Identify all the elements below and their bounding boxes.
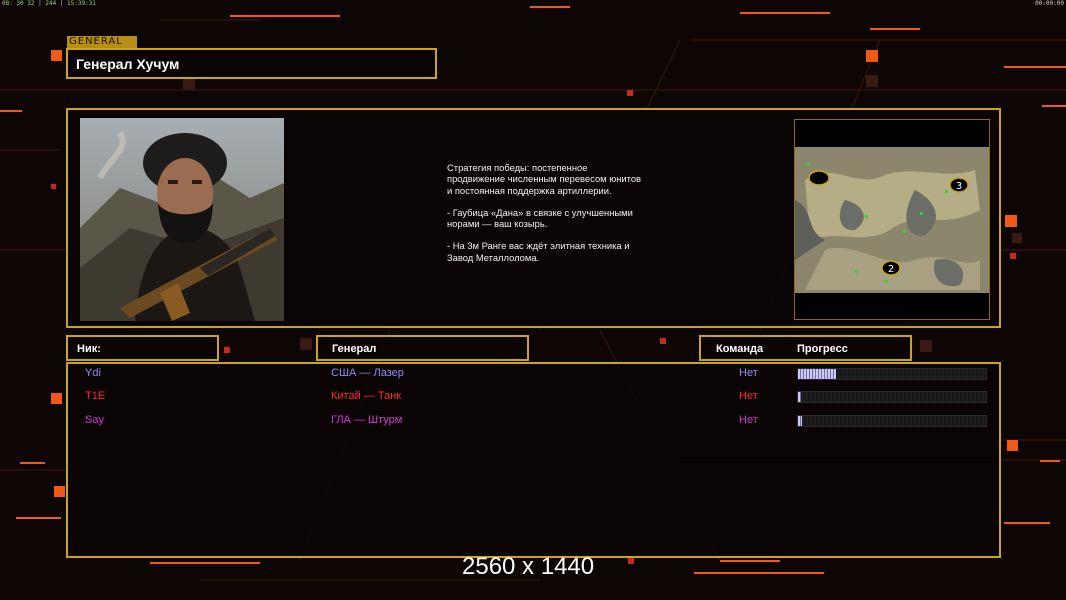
player-general: Китай — Танк	[331, 390, 402, 402]
player-nick: Ydi	[85, 367, 101, 379]
general-portrait	[80, 118, 284, 321]
general-title-panel: Генерал Хучум	[66, 48, 437, 79]
player-team: Нет	[739, 414, 758, 426]
column-header-label: Прогресс	[797, 343, 848, 355]
resolution-label: 2560 x 1440	[462, 553, 595, 580]
column-header-nick: Ник:	[66, 335, 219, 361]
column-header-general: Генерал	[316, 335, 529, 361]
player-general: ГЛА — Штурм	[331, 414, 403, 426]
column-header-label: Генерал	[332, 343, 377, 355]
player-progress-bar	[797, 415, 987, 427]
general-name: Генерал Хучум	[76, 56, 180, 72]
description-paragraph: Стратегия победы: постепенное продвижени…	[447, 162, 642, 196]
hud-status-left: 08: 30 32 | 244 | 15:39:31	[2, 0, 96, 7]
player-team: Нет	[739, 367, 758, 379]
map-preview[interactable]: 3 2	[794, 119, 990, 320]
map-marker-label: 3	[956, 181, 962, 192]
player-nick: Say	[85, 414, 104, 426]
player-team: Нет	[739, 390, 758, 402]
general-tag: GENERAL	[67, 36, 137, 48]
player-general: США — Лазер	[331, 367, 404, 379]
column-header-label: Ник:	[77, 343, 101, 355]
player-nick: T1E	[85, 390, 106, 402]
strategy-description: Стратегия победы: постепенное продвижени…	[447, 162, 647, 274]
description-paragraph: - Гаубица «Дана» в связке с улучшенными …	[447, 206, 633, 230]
player-progress-bar	[797, 368, 987, 380]
column-header-team-progress: Команда Прогресс	[699, 335, 912, 361]
player-progress-bar	[797, 391, 987, 403]
map-marker-label: 2	[888, 264, 894, 275]
column-header-label: Команда	[716, 343, 764, 355]
hud-clock: 00:00:00	[1035, 0, 1064, 7]
description-paragraph: - На 3м Ранге вас ждёт элитная техника и…	[447, 240, 630, 263]
